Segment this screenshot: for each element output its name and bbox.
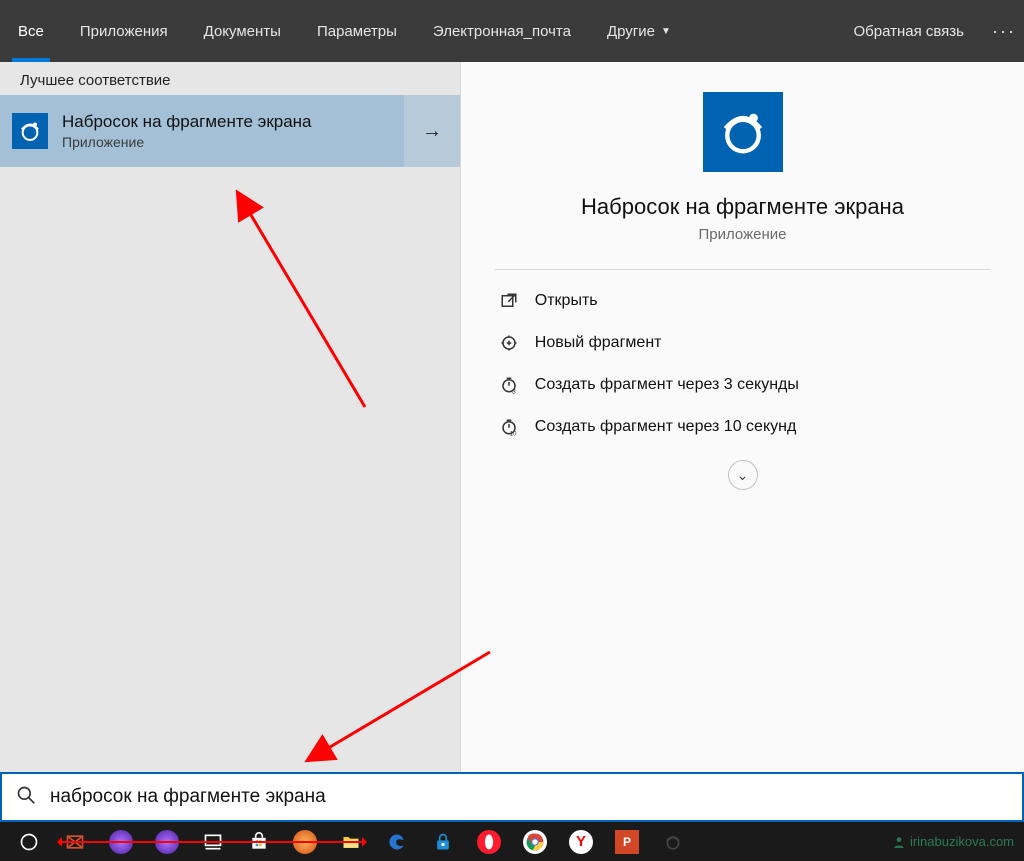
taskbar-edge-icon[interactable]	[374, 822, 420, 861]
feedback-label: Обратная связь	[853, 23, 964, 40]
tab-label: Электронная_почта	[433, 23, 571, 40]
chevron-down-icon: ▼	[661, 26, 671, 37]
tab-all[interactable]: Все	[0, 0, 62, 62]
taskbar-app-purple-1[interactable]	[98, 822, 144, 861]
taskbar-yandex-icon[interactable]: Y	[558, 822, 604, 861]
action-snip-10s[interactable]: 10 Создать фрагмент через 10 секунд	[495, 406, 990, 448]
taskbar-opera-icon[interactable]	[466, 822, 512, 861]
svg-text:3: 3	[512, 388, 516, 394]
taskbar-chrome-icon[interactable]	[512, 822, 558, 861]
taskbar-app-purple-2[interactable]	[144, 822, 190, 861]
action-label: Создать фрагмент через 10 секунд	[535, 418, 797, 436]
action-new-snip[interactable]: Новый фрагмент	[495, 322, 990, 364]
detail-subtitle: Приложение	[699, 226, 787, 243]
action-snip-3s[interactable]: 3 Создать фрагмент через 3 секунды	[495, 364, 990, 406]
taskbar-snip-icon[interactable]	[52, 822, 98, 861]
search-box[interactable]	[0, 772, 1024, 822]
detail-app-icon	[703, 92, 783, 172]
tab-apps[interactable]: Приложения	[62, 0, 186, 62]
expand-actions-button[interactable]: ⌄	[728, 460, 758, 490]
svg-text:10: 10	[510, 431, 517, 436]
taskbar-lock-icon[interactable]	[420, 822, 466, 861]
more-options-button[interactable]: ···	[984, 21, 1024, 42]
search-filter-tabs: Все Приложения Документы Параметры Элект…	[0, 0, 1024, 62]
result-subtitle: Приложение	[62, 134, 312, 150]
chevron-down-icon: ⌄	[737, 467, 749, 484]
taskbar-app-orange[interactable]	[282, 822, 328, 861]
best-match-item[interactable]: Набросок на фрагменте экрана Приложение	[0, 95, 404, 167]
open-detail-button[interactable]: →	[404, 95, 460, 167]
tab-label: Все	[18, 23, 44, 40]
tab-email[interactable]: Электронная_почта	[415, 0, 589, 62]
taskbar-cortana-icon[interactable]	[6, 822, 52, 861]
taskbar-powerpoint-icon[interactable]: P	[604, 822, 650, 861]
action-label: Создать фрагмент через 3 секунды	[535, 376, 799, 394]
taskbar-taskview-icon[interactable]	[190, 822, 236, 861]
taskbar: Y P irinabuzikova.com	[0, 822, 1024, 861]
tab-label: Документы	[204, 23, 281, 40]
detail-pane: Набросок на фрагменте экрана Приложение …	[460, 62, 1024, 772]
tab-label: Другие	[607, 23, 655, 40]
divider	[495, 269, 990, 270]
result-title: Набросок на фрагменте экрана	[62, 112, 312, 132]
tab-label: Приложения	[80, 23, 168, 40]
tab-more[interactable]: Другие ▼	[589, 0, 689, 62]
taskbar-snip-sketch-icon[interactable]	[650, 822, 696, 861]
section-best-match: Лучшее соответствие	[0, 62, 460, 95]
search-input[interactable]	[50, 786, 1008, 808]
action-label: Новый фрагмент	[535, 334, 662, 352]
action-label: Открыть	[535, 292, 598, 310]
results-list-pane: Лучшее соответствие Набросок на фрагмент…	[0, 62, 460, 772]
timer-3-icon: 3	[495, 376, 523, 394]
action-open[interactable]: Открыть	[495, 280, 990, 322]
watermark: irinabuzikova.com	[892, 822, 1014, 861]
timer-10-icon: 10	[495, 418, 523, 436]
search-results-main: Лучшее соответствие Набросок на фрагмент…	[0, 62, 1024, 772]
best-match-row: Набросок на фрагменте экрана Приложение …	[0, 95, 460, 167]
arrow-right-icon: →	[422, 120, 442, 143]
feedback-link[interactable]: Обратная связь	[833, 23, 984, 40]
snip-sketch-app-icon	[12, 113, 48, 149]
tab-documents[interactable]: Документы	[186, 0, 299, 62]
watermark-text: irinabuzikova.com	[910, 834, 1014, 849]
tab-label: Параметры	[317, 23, 397, 40]
detail-title: Набросок на фрагменте экрана	[581, 194, 904, 220]
open-icon	[495, 292, 523, 310]
new-snip-icon	[495, 334, 523, 352]
taskbar-explorer-icon[interactable]	[328, 822, 374, 861]
tab-settings[interactable]: Параметры	[299, 0, 415, 62]
search-icon	[16, 785, 36, 810]
taskbar-store-icon[interactable]	[236, 822, 282, 861]
